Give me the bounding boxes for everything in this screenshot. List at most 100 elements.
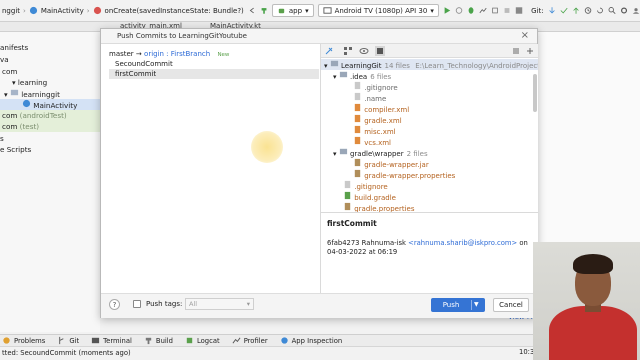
chevron-down-icon[interactable]: ▼	[474, 298, 479, 312]
attach-debugger-icon[interactable]	[491, 6, 499, 15]
stop-icon[interactable]	[503, 6, 511, 15]
debug-icon[interactable]	[467, 6, 475, 15]
run-config-label: app	[288, 6, 303, 15]
tool-terminal[interactable]: Terminal	[91, 336, 132, 345]
file-item[interactable]: compiler.xml	[353, 103, 409, 114]
file-name: .gitignore	[364, 84, 398, 92]
file-item[interactable]: build.gradle	[343, 191, 396, 202]
tree-item[interactable]: ▾ learninggit	[0, 88, 60, 99]
expand-all-icon[interactable]	[511, 46, 521, 56]
git-branch-icon	[59, 336, 64, 345]
tree-item[interactable]: e Scripts	[0, 144, 31, 155]
tree-item[interactable]: com	[0, 66, 17, 77]
tool-problems[interactable]: Problems	[2, 336, 45, 345]
file-tree-folder[interactable]: ▾ gradle\wrapper 2 files	[333, 147, 428, 158]
tool-build[interactable]: Build	[144, 336, 173, 345]
tree-item-selected[interactable]: MainActivity	[0, 99, 100, 110]
xml-file-icon	[354, 114, 361, 123]
eye-icon[interactable]	[359, 46, 369, 56]
kotlin-class-icon	[29, 6, 37, 15]
tree-item[interactable]: com (test)	[0, 121, 100, 132]
tree-item[interactable]: com (androidTest)	[0, 110, 100, 121]
cursor-highlight	[251, 131, 283, 163]
git-commit-icon[interactable]	[560, 6, 568, 15]
preview-diff-icon[interactable]	[375, 46, 385, 56]
tree-item-label: com	[2, 67, 18, 76]
sdk-manager-icon[interactable]	[515, 6, 523, 15]
tree-item[interactable]: s	[0, 133, 4, 144]
text-file-icon	[344, 180, 351, 189]
profile-icon[interactable]	[479, 6, 487, 15]
settings-icon[interactable]	[620, 6, 628, 15]
status-time: 10:3	[519, 348, 535, 356]
close-icon[interactable]: ×	[521, 30, 529, 42]
breadcrumb-item-class[interactable]: MainActivity	[41, 7, 84, 15]
chevron-down-icon: ▾	[305, 6, 309, 15]
commit-row[interactable]: SecoundCommit	[109, 59, 319, 69]
properties-file-icon	[344, 202, 351, 211]
folder-icon	[330, 60, 338, 67]
device-select[interactable]: Android TV (1080p) API 30 ▾	[317, 4, 439, 17]
split-divider	[471, 300, 472, 310]
file-item[interactable]: .name	[353, 92, 386, 103]
push-commits-dialog: Push Commits to LearningGitYoutube × mas…	[100, 28, 538, 318]
dialog-title: Push Commits to LearningGitYoutube	[101, 29, 537, 44]
file-item[interactable]: gradle.xml	[353, 114, 402, 125]
webcam-overlay	[533, 242, 640, 360]
file-name: .name	[364, 95, 387, 103]
hammer-icon[interactable]	[260, 6, 268, 15]
project-panel: anifests va com ▾ learning ▾ learninggit…	[0, 32, 100, 332]
pin-icon[interactable]	[324, 46, 334, 56]
apply-changes-icon[interactable]	[455, 6, 463, 15]
files-scrollbar[interactable]	[533, 74, 537, 112]
commit-message: SecoundCommit	[115, 60, 173, 68]
account-icon[interactable]	[632, 6, 640, 15]
commit-hash[interactable]: 6fab4273	[327, 239, 360, 247]
history-icon[interactable]	[584, 6, 592, 15]
inspection-icon	[280, 337, 288, 344]
run-config-select[interactable]: app ▾	[271, 4, 314, 17]
cancel-button[interactable]: Cancel	[493, 298, 529, 312]
collapse-all-icon[interactable]	[525, 46, 535, 56]
folder-icon	[339, 148, 347, 155]
remote-branch-link[interactable]: origin : FirstBranch	[144, 50, 210, 58]
tool-label: Logcat	[196, 336, 220, 345]
file-tree-root[interactable]: ▾ LearningGit 14 files E:\Learn_Technolog…	[321, 59, 538, 70]
run-icon[interactable]	[443, 6, 451, 15]
tool-app-inspection[interactable]: App Inspection	[280, 336, 342, 345]
dialog-title-text: Push Commits to LearningGitYoutube	[117, 32, 247, 40]
file-item[interactable]: vcs.xml	[353, 136, 391, 147]
search-icon[interactable]	[608, 6, 616, 15]
tree-item[interactable]: ▾ learning	[0, 77, 47, 88]
person-shirt	[549, 306, 637, 360]
file-item[interactable]: .gitignore	[343, 180, 388, 191]
push-tags-checkbox[interactable]	[133, 300, 141, 308]
commit-row-selected[interactable]: firstCommit	[109, 69, 319, 79]
file-item[interactable]: gradle-wrapper.properties	[353, 169, 455, 180]
rollback-icon[interactable]	[596, 6, 604, 15]
chevron-right-icon: ›	[23, 6, 26, 15]
android-icon	[278, 8, 285, 14]
breadcrumb-item-project[interactable]: nggit	[2, 7, 20, 15]
tool-profiler[interactable]: Profiler	[232, 336, 268, 345]
tree-item[interactable]: va	[0, 54, 9, 65]
push-tags-value: All	[189, 300, 198, 308]
git-update-icon[interactable]	[548, 6, 556, 15]
tree-item[interactable]: anifests	[0, 42, 28, 53]
file-item[interactable]: gradle-wrapper.jar	[353, 158, 429, 169]
file-item[interactable]: .gitignore	[353, 81, 398, 92]
tool-label: Terminal	[103, 336, 132, 345]
push-button[interactable]: Push ▼	[431, 298, 485, 312]
commit-email-link[interactable]: <rahnuma.sharib@iskpro.com>	[408, 239, 517, 247]
group-by-icon[interactable]	[343, 46, 353, 56]
file-tree-folder[interactable]: ▾ .idea 6 files	[333, 70, 391, 81]
git-push-icon[interactable]	[572, 6, 580, 15]
help-button[interactable]: ?	[109, 299, 120, 310]
back-arrow-icon[interactable]	[248, 6, 256, 15]
push-tags-select[interactable]: All ▾	[185, 298, 254, 310]
ide-toolbar: nggit › MainActivity › onCreate(savedIns…	[0, 0, 640, 22]
tool-git[interactable]: Git	[57, 336, 79, 345]
breadcrumb-item-method[interactable]: onCreate(savedInstanceState: Bundle?)	[105, 7, 244, 15]
tool-logcat[interactable]: Logcat	[185, 336, 220, 345]
file-item[interactable]: misc.xml	[353, 125, 396, 136]
